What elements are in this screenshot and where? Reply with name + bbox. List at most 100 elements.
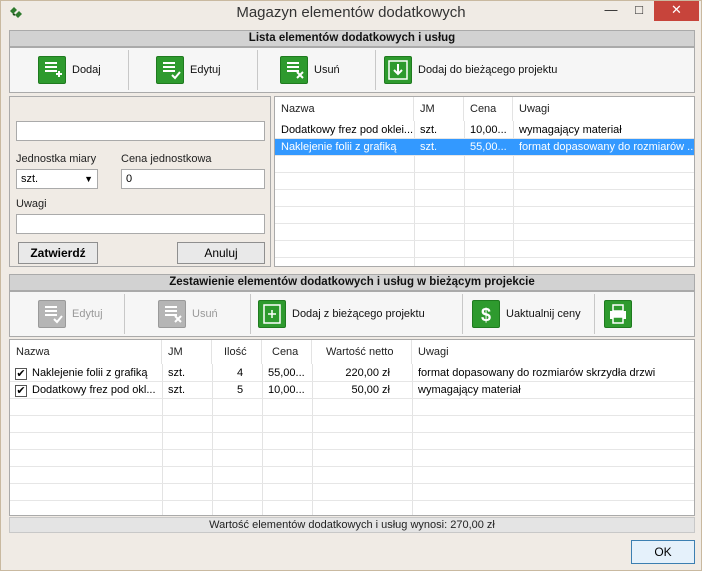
column-header[interactable]: Uwagi	[513, 97, 694, 121]
edit-button[interactable]: Edytuj	[156, 48, 221, 92]
table-cell: 220,00 zł	[345, 367, 390, 379]
project-delete-button[interactable]: Usuń	[158, 292, 218, 336]
column-header[interactable]: Nazwa	[275, 97, 414, 121]
table-row[interactable]	[275, 173, 694, 190]
table-cell: Naklejenie folii z grafiką	[281, 141, 397, 153]
dollar-icon: $	[472, 300, 500, 328]
table-cell: wymagający materiał	[418, 384, 521, 396]
add-icon	[38, 56, 66, 84]
table-cell: szt.	[420, 124, 438, 136]
table-row[interactable]: Dodatkowy frez pod oklei... szt. 10,00... w…	[275, 122, 694, 139]
column-header[interactable]: Cena	[262, 340, 312, 364]
column-header[interactable]: Ilość	[212, 340, 262, 364]
print-button[interactable]	[604, 292, 632, 336]
main-window: Magazyn elementów dodatkowych — □ ✕ List…	[0, 0, 702, 571]
table-cell: szt.	[168, 384, 186, 396]
table-cell: 5	[236, 384, 244, 396]
table-cell: wymagający materiał	[519, 124, 622, 136]
item-name-field[interactable]	[16, 121, 265, 141]
item-form-panel: Jednostka miary Cena jednostkowa szt. ▼ …	[9, 96, 271, 267]
column-header[interactable]: Nazwa	[10, 340, 162, 364]
table-row[interactable]: Dodatkowy frez pod okl... szt. 5 10,00... 50…	[10, 382, 694, 399]
column-header[interactable]: Uwagi	[412, 340, 694, 364]
table-cell: szt.	[420, 141, 438, 153]
table-cell: format dopasowany do rozmiarów ...	[519, 141, 695, 153]
unit-price-field[interactable]: 0	[121, 169, 265, 189]
table-cell: Dodatkowy frez pod oklei...	[281, 124, 414, 136]
table-header: Nazwa JM Ilość Cena Wartość netto Uwagi	[10, 340, 694, 364]
table-row[interactable]	[10, 467, 694, 484]
unit-select-value: szt.	[21, 173, 39, 185]
table-row[interactable]: Naklejenie folii z grafiką szt. 4 55,00... 2…	[10, 365, 694, 382]
row-checkbox[interactable]: ✔	[15, 385, 27, 397]
table-cell: szt.	[168, 367, 186, 379]
column-header[interactable]: JM	[162, 340, 212, 364]
column-header[interactable]: Wartość netto	[312, 340, 412, 364]
toolbar-separator	[250, 294, 251, 334]
unit-label: Jednostka miary	[16, 153, 97, 165]
table-cell: 4	[236, 367, 244, 379]
add-to-project-button[interactable]: Dodaj do bieżącego projektu	[384, 48, 557, 92]
minimize-button[interactable]: —	[597, 1, 625, 21]
unit-select[interactable]: szt. ▼	[16, 169, 98, 189]
add-from-project-button[interactable]: Dodaj z bieżącego projektu	[258, 292, 425, 336]
table-row[interactable]	[10, 399, 694, 416]
cancel-button[interactable]: Anuluj	[177, 242, 265, 264]
notes-field[interactable]	[16, 214, 265, 234]
close-button[interactable]: ✕	[654, 1, 699, 21]
unit-price-label: Cena jednostkowa	[121, 153, 212, 165]
add-from-project-label: Dodaj z bieżącego projektu	[292, 308, 425, 320]
table-row[interactable]	[275, 156, 694, 173]
add-to-project-label: Dodaj do bieżącego projektu	[418, 64, 558, 76]
project-delete-label: Usuń	[192, 308, 218, 320]
download-icon	[384, 56, 412, 84]
toolbar-separator	[257, 50, 258, 90]
table-row[interactable]	[10, 433, 694, 450]
table-row[interactable]	[10, 484, 694, 501]
delete-label: Usuń	[314, 64, 340, 76]
toolbar-separator	[594, 294, 595, 334]
list-section-header: Lista elementów dodatkowych i usług	[9, 30, 695, 47]
svg-text:$: $	[481, 305, 491, 325]
maximize-button[interactable]: □	[625, 1, 653, 21]
table-row[interactable]	[275, 241, 694, 258]
table-cell: format dopasowany do rozmiarów skrzydła …	[418, 367, 656, 379]
delete-button[interactable]: Usuń	[280, 48, 340, 92]
update-prices-label: Uaktualnij ceny	[506, 308, 581, 320]
table-cell: 55,00...	[268, 367, 305, 379]
table-row[interactable]	[10, 450, 694, 467]
toolbar-separator	[375, 50, 376, 90]
row-checkbox[interactable]: ✔	[15, 368, 27, 380]
table-row[interactable]	[10, 416, 694, 433]
list-toolbar: Dodaj Edytuj Usuń Dodaj do bieżącego pro…	[9, 47, 695, 93]
table-header: Nazwa JM Cena Uwagi	[275, 97, 694, 121]
table-row[interactable]	[275, 190, 694, 207]
table-cell: 10,00...	[470, 124, 507, 136]
add-button[interactable]: Dodaj	[38, 48, 101, 92]
edit-icon	[38, 300, 66, 328]
window-title: Magazyn elementów dodatkowych	[236, 4, 466, 21]
column-header[interactable]: Cena	[464, 97, 513, 121]
table-cell: Naklejenie folii z grafiką	[32, 367, 148, 379]
project-elements-table: Nazwa JM Ilość Cena Wartość netto Uwagi …	[9, 339, 695, 516]
chevron-down-icon: ▼	[84, 174, 93, 184]
ok-button[interactable]: OK	[631, 540, 695, 564]
edit-icon	[156, 56, 184, 84]
update-prices-button[interactable]: $ Uaktualnij ceny	[472, 292, 581, 336]
project-edit-label: Edytuj	[72, 308, 103, 320]
toolbar-separator	[124, 294, 125, 334]
add-box-icon	[258, 300, 286, 328]
table-row[interactable]: Naklejenie folii z grafiką szt. 55,00... fo…	[275, 139, 694, 156]
project-toolbar: Edytuj Usuń Dodaj z bieżącego projektu $…	[9, 291, 695, 337]
delete-icon	[158, 300, 186, 328]
add-label: Dodaj	[72, 64, 101, 76]
notes-label: Uwagi	[16, 198, 47, 210]
delete-icon	[280, 56, 308, 84]
confirm-button[interactable]: Zatwierdź	[18, 242, 98, 264]
column-header[interactable]: JM	[414, 97, 464, 121]
project-edit-button[interactable]: Edytuj	[38, 292, 103, 336]
table-row[interactable]	[275, 224, 694, 241]
toolbar-separator	[462, 294, 463, 334]
table-row[interactable]	[275, 207, 694, 224]
toolbar-separator	[128, 50, 129, 90]
